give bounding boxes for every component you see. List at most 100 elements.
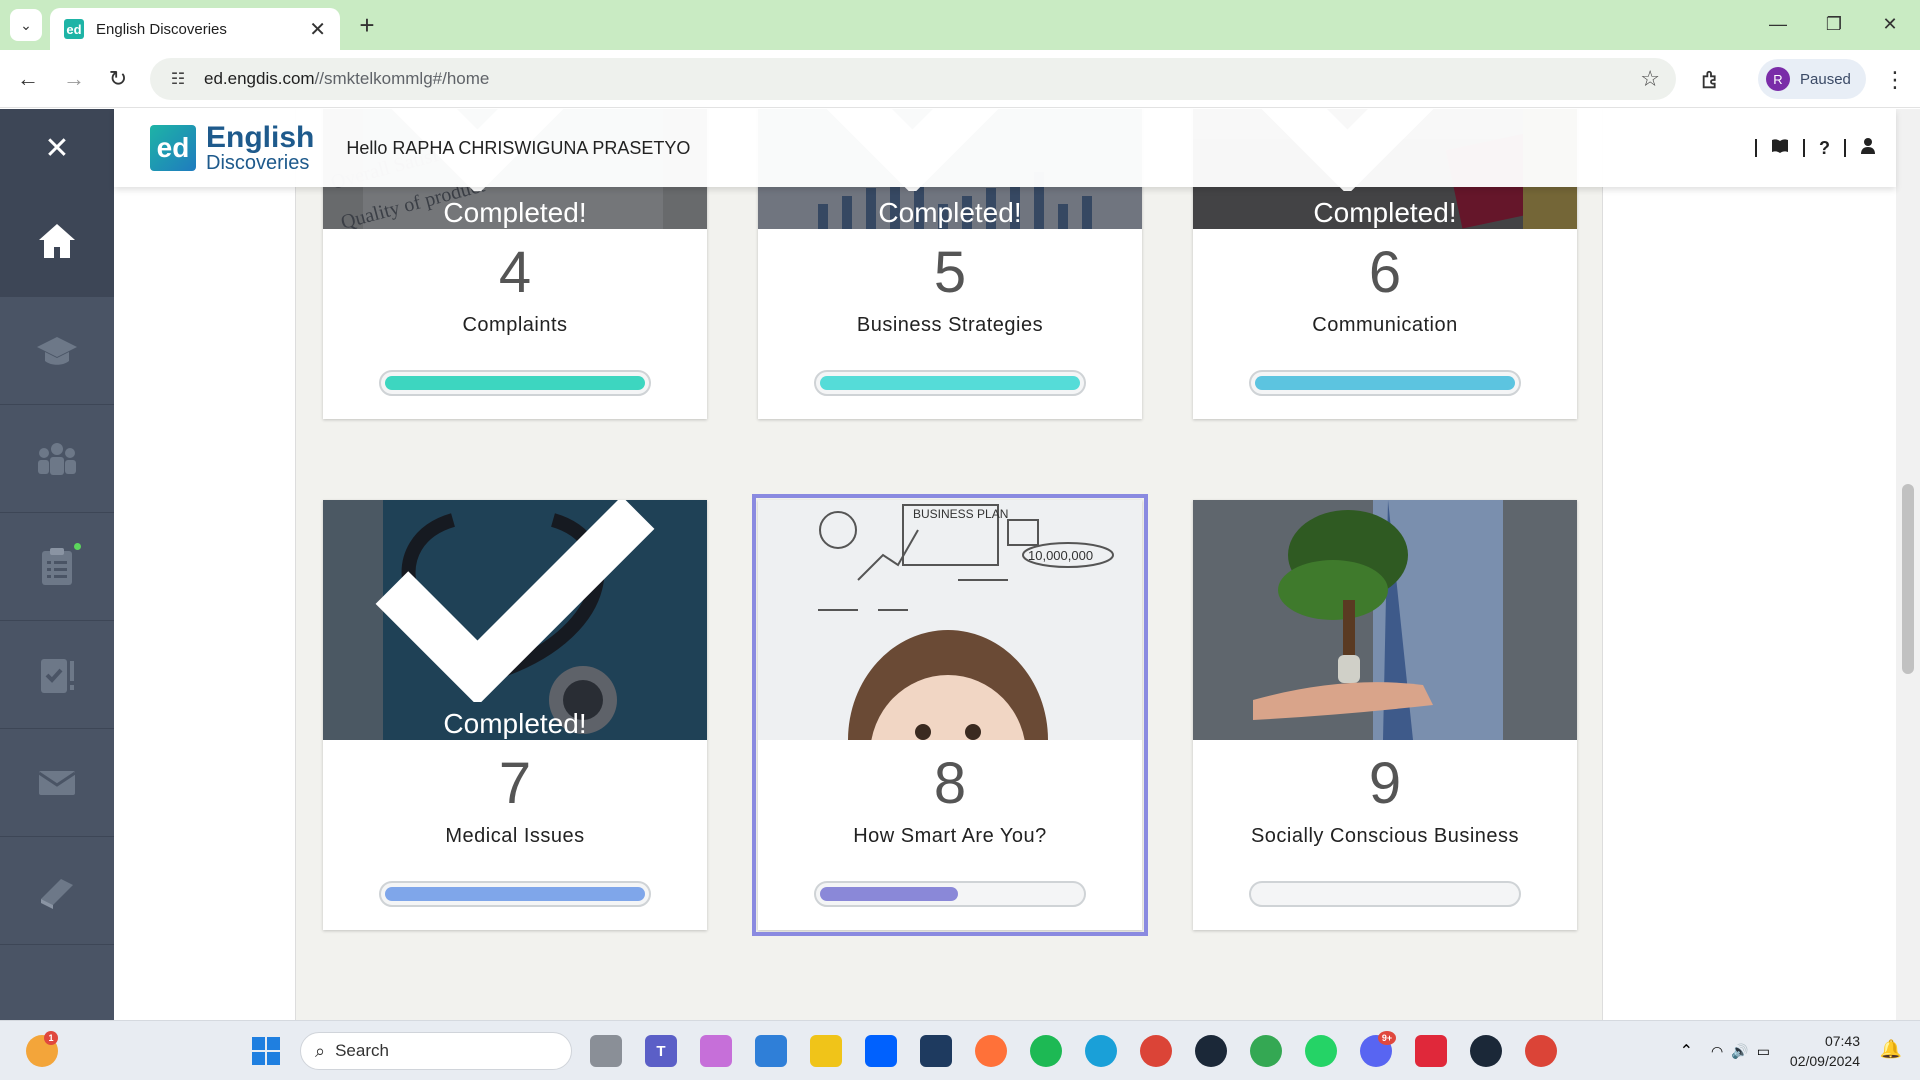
clock-time: 07:43 (1824, 1033, 1860, 1049)
url-path: //smktelkommlg#/home (314, 69, 490, 88)
tab-search-button[interactable]: ⌄ (10, 9, 42, 41)
unit-number: 9 (1368, 751, 1402, 816)
sidebar-item-assignments[interactable] (0, 513, 114, 621)
sidebar-item-tests[interactable] (0, 621, 114, 729)
windows-start-icon[interactable] (250, 1035, 282, 1067)
back-button[interactable]: ← (10, 61, 46, 97)
divider (1803, 139, 1805, 157)
teams-icon[interactable]: T (645, 1035, 677, 1067)
user-greeting: Hello RAPHA CHRISWIGUNA PRASETYO (346, 137, 691, 158)
favicon-icon: ed (64, 19, 84, 39)
home-icon (39, 223, 75, 258)
chevron-up-icon[interactable]: ⌃ (1680, 1041, 1693, 1061)
dropbox-icon[interactable] (865, 1035, 897, 1067)
english-discoveries-logo[interactable]: ed English Discoveries (150, 123, 314, 173)
task-view-icon[interactable] (590, 1035, 622, 1067)
divider (1844, 139, 1846, 157)
wifi-icon[interactable]: ◠ (1711, 1043, 1723, 1060)
logo-line2: Discoveries (206, 152, 310, 174)
unit-progress-fill (385, 887, 645, 901)
app-icon[interactable] (1415, 1035, 1447, 1067)
tab-title: English Discoveries (96, 20, 227, 38)
close-icon[interactable]: ✕ (309, 17, 326, 42)
dictionary-icon[interactable] (1771, 138, 1789, 159)
weather-icon[interactable]: 1 (26, 1031, 58, 1067)
sidebar-item-community[interactable] (0, 405, 114, 513)
unit-card[interactable]: Completed! 7 Medical Issues (323, 500, 707, 930)
browser-tabstrip: ⌄ ed English Discoveries ✕ + — ❐ ✕ (0, 0, 1920, 50)
whatsapp-icon[interactable] (1305, 1035, 1337, 1067)
new-tab-button[interactable]: + (352, 10, 382, 40)
chrome-active-icon[interactable] (1525, 1035, 1557, 1067)
sidebar-item-courses[interactable] (0, 297, 114, 405)
sidebar-item-messages[interactable] (0, 729, 114, 837)
copilot-icon[interactable] (700, 1035, 732, 1067)
search-label: Search (335, 1041, 389, 1060)
edge-icon[interactable] (1085, 1035, 1117, 1067)
unit-title: How Smart Are You? (853, 825, 1047, 847)
page-scrollbar[interactable] (1896, 109, 1920, 1020)
restore-button[interactable]: ❐ (1814, 8, 1854, 40)
unit-card[interactable]: 9 Socially Conscious Business (1193, 500, 1577, 930)
unit-image (1193, 500, 1577, 740)
chrome-icon[interactable] (1140, 1035, 1172, 1067)
battery-icon[interactable]: ▭ (1757, 1043, 1770, 1060)
graduation-cap-icon (37, 336, 77, 365)
window-close-button[interactable]: ✕ (1870, 8, 1910, 40)
unit-title: Complaints (462, 314, 568, 336)
chevron-down-icon: ⌄ (20, 16, 32, 33)
avatar: R (1766, 67, 1790, 91)
unit-progress-fill (385, 376, 645, 390)
unit-card[interactable]: BUSINESS PLAN 10,000,000 8 How Smart Are Yo… (752, 494, 1148, 936)
discord-icon[interactable]: 9+ (1360, 1031, 1396, 1067)
scrollbar-thumb[interactable] (1902, 484, 1914, 674)
unit-title: Business Strategies (856, 314, 1044, 336)
store-icon[interactable] (755, 1035, 787, 1067)
units-grid: Overall SatisfactionQuality of productCo… (295, 109, 1603, 1020)
reload-button[interactable]: ↻ (100, 61, 136, 97)
unit-progress-bar (379, 370, 651, 396)
firefox-icon[interactable] (975, 1035, 1007, 1067)
unit-progress-bar (379, 881, 651, 907)
sidebar-item-home[interactable] (0, 187, 114, 297)
unit-title: Medical Issues (445, 825, 585, 847)
unit-title: Communication (1312, 314, 1458, 336)
site-info-icon[interactable]: ☷ (166, 67, 190, 91)
clock[interactable]: 07:43 02/09/2024 (1790, 1031, 1860, 1071)
notification-bell-icon[interactable]: 🔔 (1880, 1039, 1902, 1060)
spotify-icon[interactable] (1030, 1035, 1062, 1067)
address-bar[interactable]: ☷ ed.engdis.com //smktelkommlg#/home ☆ (150, 58, 1676, 100)
divider (1755, 139, 1757, 157)
steam-alt-icon[interactable] (1470, 1035, 1502, 1067)
search-icon: ⌕ (315, 1040, 326, 1061)
completed-label: Completed! (1313, 197, 1457, 228)
unit-image: Completed! (323, 500, 707, 740)
close-sidebar-icon[interactable]: ✕ (0, 109, 114, 187)
checkmark-icon (375, 500, 655, 702)
bookmark-star-icon[interactable]: ☆ (1640, 66, 1660, 92)
url-host: ed.engdis.com (204, 69, 315, 88)
volume-icon[interactable]: 🔊 (1731, 1043, 1748, 1060)
user-profile-icon[interactable] (1860, 137, 1876, 160)
page: ✕ Overall SatisfactionQuality of product… (0, 109, 1920, 1020)
browser-tab-active[interactable]: ed English Discoveries ✕ (50, 8, 340, 50)
browser-menu-icon[interactable]: ⋮ (1880, 63, 1910, 97)
minimize-button[interactable]: — (1758, 8, 1798, 40)
security-app-icon[interactable] (920, 1035, 952, 1067)
steam-icon[interactable] (1195, 1035, 1227, 1067)
file-explorer-icon[interactable] (810, 1035, 842, 1067)
extensions-icon[interactable] (1694, 63, 1728, 97)
weather-badge: 1 (44, 1031, 58, 1045)
profile-button[interactable]: R Paused (1758, 59, 1866, 99)
unit-progress-fill (820, 376, 1080, 390)
forward-button[interactable]: → (56, 61, 92, 97)
sidebar: ✕ (0, 109, 114, 1020)
help-icon[interactable]: ? (1819, 138, 1830, 159)
unit-number: 5 (933, 240, 967, 305)
taskbar-search[interactable]: ⌕ Search (300, 1032, 572, 1070)
sidebar-item-library[interactable] (0, 837, 114, 945)
browser-toolbar: ← → ↻ ☷ ed.engdis.com //smktelkommlg#/ho… (0, 50, 1920, 108)
system-tray: ⌃ ◠ 🔊 ▭ 07:43 02/09/2024 (1680, 1021, 1860, 1080)
profile-status: Paused (1800, 70, 1851, 88)
chrome-profile-icon[interactable] (1250, 1035, 1282, 1067)
